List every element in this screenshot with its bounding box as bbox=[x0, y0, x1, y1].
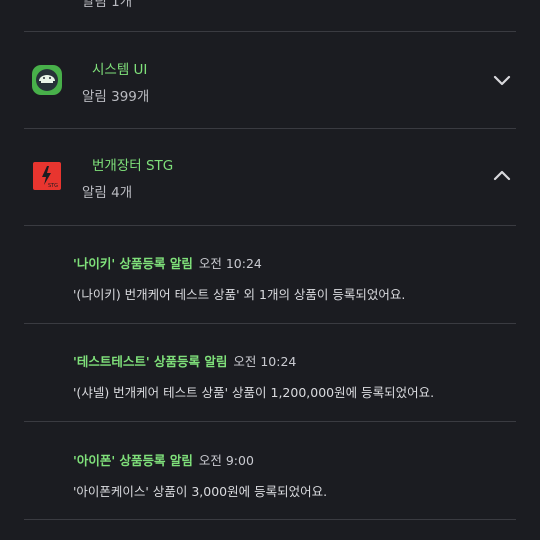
chevron-up-icon[interactable] bbox=[492, 166, 512, 186]
notification-body: '(나이키) 번개케어 테스트 상품' 외 1개의 상품이 등록되었어요. bbox=[73, 287, 406, 302]
app-name: 번개장터 STG bbox=[92, 158, 174, 174]
app-group-system-ui[interactable]: 시스템 UI 알림 399개 bbox=[0, 32, 540, 128]
app-notification-count: 알림 399개 bbox=[82, 89, 150, 105]
notification-time: 오전 9:00 bbox=[198, 453, 254, 468]
app-name: 시스템 UI bbox=[92, 62, 148, 78]
notification-item[interactable]: '나이키' 상품등록 알림 오전 10:24 '(나이키) 번개케어 테스트 상품… bbox=[0, 226, 540, 323]
app-notification-count: 알림 4개 bbox=[82, 185, 133, 201]
logo-text: STG bbox=[48, 183, 58, 189]
previous-app-count: 알림 1개 bbox=[82, 0, 133, 10]
notification-body: '아이폰케이스' 상품이 3,000원에 등록되었어요. bbox=[73, 484, 328, 499]
divider bbox=[24, 519, 516, 520]
app-group-bunjang-stg[interactable]: STG 번개장터 STG 알림 4개 bbox=[0, 129, 540, 225]
notification-title: '아이폰' 상품등록 알림 오전 9:00 bbox=[73, 450, 254, 469]
notification-title-text: '나이키' 상품등록 알림 bbox=[73, 256, 193, 271]
notification-time: 오전 10:24 bbox=[233, 354, 297, 369]
notification-body: '(샤넬) 번개케어 테스트 상품' 상품이 1,200,000원에 등록되었어… bbox=[73, 385, 435, 400]
notification-title-text: '아이폰' 상품등록 알림 bbox=[73, 453, 193, 468]
chevron-down-icon[interactable] bbox=[492, 70, 512, 90]
bunjang-logo-icon: STG bbox=[33, 162, 61, 190]
notification-title-text: '테스트테스트' 상품등록 알림 bbox=[73, 354, 228, 369]
android-system-icon bbox=[32, 65, 62, 95]
notification-time: 오전 10:24 bbox=[198, 256, 262, 271]
notification-item[interactable]: '아이폰' 상품등록 알림 오전 9:00 '아이폰케이스' 상품이 3,000원… bbox=[0, 422, 540, 519]
notification-title: '나이키' 상품등록 알림 오전 10:24 bbox=[73, 253, 262, 272]
notification-title: '테스트테스트' 상품등록 알림 오전 10:24 bbox=[73, 351, 296, 370]
notification-item[interactable]: '테스트테스트' 상품등록 알림 오전 10:24 '(샤넬) 번개케어 테스트 … bbox=[0, 324, 540, 421]
